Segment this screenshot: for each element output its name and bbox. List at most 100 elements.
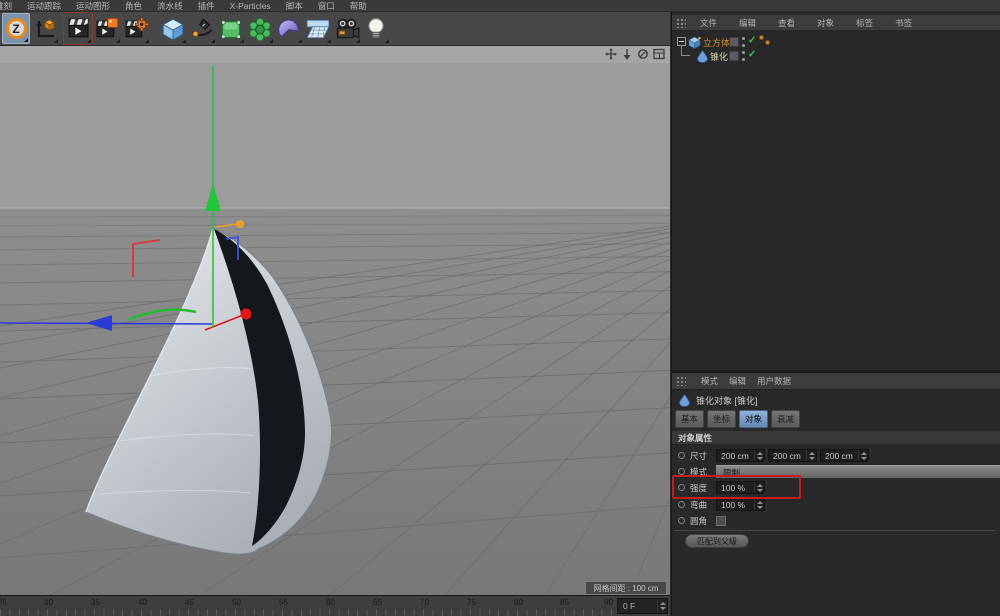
keyframe-dot-icon[interactable] bbox=[678, 517, 685, 524]
om-menu-file[interactable]: 文件 bbox=[700, 17, 717, 29]
tab-falloff[interactable]: 衰减 bbox=[771, 410, 800, 428]
render-settings-icon[interactable] bbox=[122, 13, 150, 44]
tick-label: 80 bbox=[514, 598, 523, 607]
spline-pen-icon[interactable] bbox=[188, 13, 216, 44]
z-handle-dot bbox=[241, 309, 252, 320]
menu-mograph[interactable]: 运动图形 bbox=[76, 0, 110, 12]
fillet-checkbox[interactable] bbox=[716, 516, 726, 526]
tick-label: 45 bbox=[185, 598, 194, 607]
om-menu-view[interactable]: 查看 bbox=[778, 17, 795, 29]
menu-pipeline[interactable]: 流水线 bbox=[157, 0, 183, 12]
dolly-icon[interactable] bbox=[621, 48, 633, 60]
fit-to-parent-button[interactable]: 匹配到父级 bbox=[685, 534, 749, 548]
tick-label: 85 bbox=[560, 598, 569, 607]
enabled-check-icon[interactable]: ✓ bbox=[748, 35, 756, 46]
menu-window[interactable]: 窗口 bbox=[318, 0, 335, 12]
stepper[interactable] bbox=[754, 450, 764, 461]
deformer-icon[interactable] bbox=[246, 13, 274, 44]
stepper[interactable] bbox=[858, 450, 868, 461]
toggle-view-icon[interactable] bbox=[653, 48, 665, 60]
am-menu-edit[interactable]: 编辑 bbox=[729, 375, 746, 387]
stepper[interactable] bbox=[657, 599, 667, 613]
tick-label: 50 bbox=[232, 598, 241, 607]
row-mode: 模式 限制 bbox=[672, 464, 1000, 479]
panel-grid-icon[interactable] bbox=[676, 376, 686, 386]
object-name[interactable]: 锥化 bbox=[710, 50, 728, 63]
keyframe-dot-icon[interactable] bbox=[678, 501, 685, 508]
enabled-check-icon[interactable]: ✓ bbox=[748, 49, 756, 60]
tick-label: 55 bbox=[279, 598, 288, 607]
om-menu-edit[interactable]: 编辑 bbox=[739, 17, 756, 29]
menu-xparticles[interactable]: X-Particles bbox=[230, 1, 271, 11]
keyframe-dot-icon[interactable] bbox=[678, 468, 685, 475]
size-z-field[interactable]: 200 cm bbox=[820, 449, 869, 462]
object-name[interactable]: 立方体 bbox=[703, 36, 730, 49]
tick-label: 70 bbox=[420, 598, 429, 607]
cinema4d-window: 雕刻 运动跟踪 运动图形 角色 流水线 插件 X-Particles 脚本 窗口… bbox=[0, 0, 1000, 616]
main-menu-bar: 雕刻 运动跟踪 运动图形 角色 流水线 插件 X-Particles 脚本 窗口… bbox=[0, 0, 1000, 12]
render-view-icon[interactable] bbox=[64, 13, 92, 44]
zbrush-z-icon[interactable]: Z bbox=[2, 13, 30, 44]
phong-tag-icon[interactable] bbox=[759, 35, 773, 47]
menu-script[interactable]: 脚本 bbox=[286, 0, 303, 12]
object-row-taper[interactable]: 锥化 ✓ bbox=[672, 49, 1000, 63]
separator bbox=[675, 530, 995, 531]
strength-field[interactable]: 100 % bbox=[716, 481, 765, 494]
current-frame-field[interactable]: 0 F bbox=[617, 598, 668, 614]
om-menu-tags[interactable]: 标签 bbox=[856, 17, 873, 29]
stepper[interactable] bbox=[806, 450, 816, 461]
environment-floor-icon[interactable] bbox=[304, 13, 332, 44]
object-row-cube[interactable]: 立方体 ✓ bbox=[672, 35, 1000, 49]
stepper[interactable] bbox=[754, 482, 764, 493]
layer-toggle[interactable] bbox=[729, 51, 739, 61]
am-menu-mode[interactable]: 模式 bbox=[701, 375, 718, 387]
axis-coordinates-icon[interactable] bbox=[31, 13, 59, 44]
viewport-3d[interactable]: 网格间距 : 100 cm bbox=[0, 46, 670, 595]
tick-label: 35 bbox=[91, 598, 100, 607]
menu-help[interactable]: 帮助 bbox=[350, 0, 367, 12]
menu-sculpt[interactable]: 雕刻 bbox=[0, 0, 12, 12]
camera-icon[interactable] bbox=[333, 13, 361, 44]
attribute-tabs: 基本 坐标 对象 衰减 bbox=[675, 410, 800, 428]
viewport-nav-icons bbox=[605, 48, 665, 60]
tab-basic[interactable]: 基本 bbox=[675, 410, 704, 428]
size-x-field[interactable]: 200 cm bbox=[716, 449, 765, 462]
menu-motion-tracker[interactable]: 运动跟踪 bbox=[27, 0, 61, 12]
tick-label: 75 bbox=[467, 598, 476, 607]
om-menu-object[interactable]: 对象 bbox=[817, 17, 834, 29]
visibility-dots[interactable] bbox=[742, 51, 746, 61]
layer-toggle[interactable] bbox=[729, 37, 739, 47]
attribute-manager-menu: 模式 编辑 用户数据 bbox=[672, 373, 1000, 390]
generator-subdivision-icon[interactable] bbox=[217, 13, 245, 44]
tab-object[interactable]: 对象 bbox=[739, 410, 768, 428]
menu-character[interactable]: 角色 bbox=[125, 0, 142, 12]
am-menu-userdata[interactable]: 用户数据 bbox=[757, 375, 791, 387]
tick-label: 90 bbox=[604, 598, 613, 607]
rotate-icon[interactable] bbox=[637, 48, 649, 60]
size-y-field[interactable]: 200 cm bbox=[768, 449, 817, 462]
keyframe-dot-icon[interactable] bbox=[678, 484, 685, 491]
curvature-field[interactable]: 100 % bbox=[716, 498, 765, 511]
right-panel: 文件 编辑 查看 对象 标签 书签 立方体 ✓ bbox=[671, 12, 1000, 616]
field-sphere-icon[interactable] bbox=[275, 13, 303, 44]
pan-icon[interactable] bbox=[605, 48, 617, 60]
tab-coordinates[interactable]: 坐标 bbox=[707, 410, 736, 428]
panel-grid-icon[interactable] bbox=[676, 18, 686, 28]
mode-dropdown[interactable]: 限制 bbox=[716, 465, 1000, 478]
viewport-canvas bbox=[0, 46, 670, 595]
render-picture-viewer-icon[interactable] bbox=[93, 13, 121, 44]
visibility-dots[interactable] bbox=[742, 37, 746, 47]
keyframe-dot-icon[interactable] bbox=[678, 452, 685, 459]
grid-spacing-label: 网格间距 : 100 cm bbox=[585, 581, 667, 595]
attribute-title-row: 锥化对象 [锥化] bbox=[672, 392, 1000, 408]
om-menu-bookmarks[interactable]: 书签 bbox=[895, 17, 912, 29]
menu-plugins[interactable]: 插件 bbox=[198, 0, 215, 12]
tree-connector bbox=[681, 45, 690, 56]
mode-label: 模式 bbox=[690, 466, 716, 478]
light-icon[interactable] bbox=[362, 13, 390, 44]
tick-label: 40 bbox=[138, 598, 147, 607]
stepper[interactable] bbox=[754, 499, 764, 510]
tick-marks bbox=[0, 609, 612, 616]
primitive-cube-icon[interactable] bbox=[159, 13, 187, 44]
timeline-ruler[interactable]: 25 30 35 40 45 50 55 60 65 70 75 80 85 9… bbox=[0, 595, 670, 616]
